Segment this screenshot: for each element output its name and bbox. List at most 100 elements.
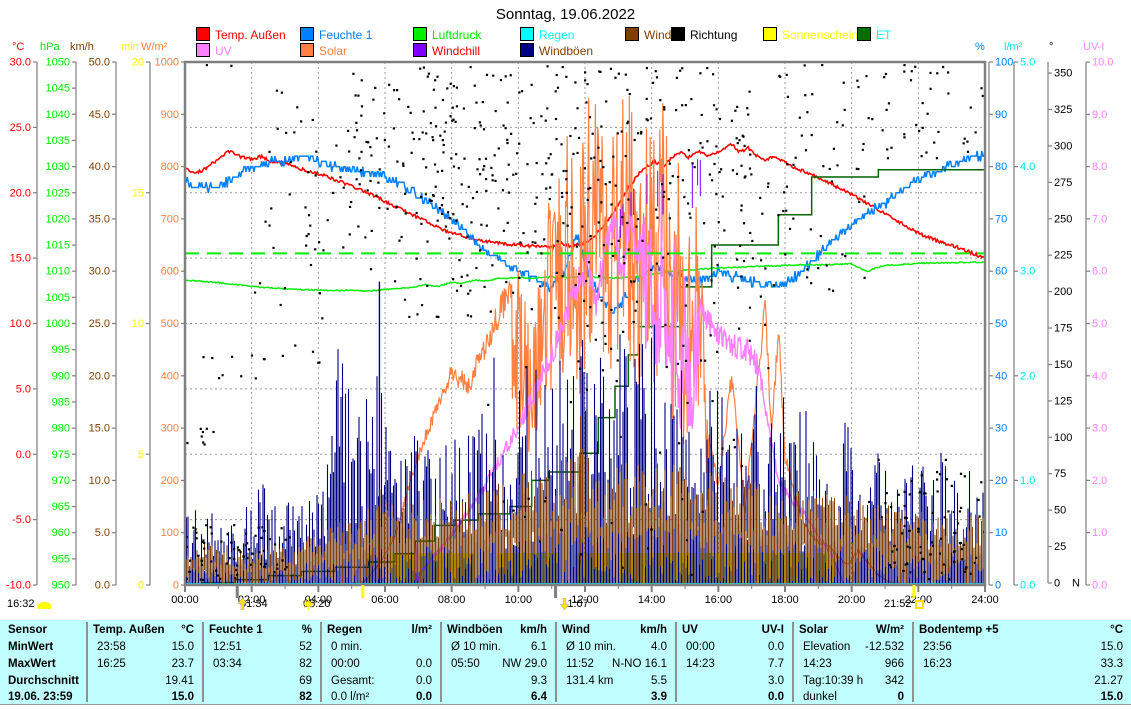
stats-cell-value: 966 [885, 658, 904, 670]
sun-moon-annotation: 11:07 [559, 598, 589, 610]
svg-text:1010: 1010 [46, 266, 70, 278]
stats-row-label: Sensor [8, 624, 47, 636]
svg-text:985: 985 [52, 396, 70, 408]
sun-moon-time: 21:52 [884, 598, 912, 610]
svg-text:500: 500 [161, 318, 179, 330]
stats-cell-label: Tag:10:39 h [803, 675, 863, 687]
svg-text:18:00: 18:00 [771, 594, 799, 606]
svg-text:990: 990 [52, 370, 70, 382]
stats-row-label: 19.06. 23:59 [8, 691, 73, 703]
stats-cell-value: 3.0 [768, 675, 784, 687]
weather-day-chart-window: Sonntag, 19.06.2022 Temp. AußenFeuchte 1… [0, 0, 1131, 710]
svg-text:20:00: 20:00 [838, 594, 866, 606]
axis-UVI: 0.01.02.03.04.05.06.07.08.09.010.0UV-I [1083, 41, 1113, 592]
svg-text:°C: °C [12, 41, 24, 53]
svg-text:10.0: 10.0 [89, 475, 110, 487]
svg-text:955: 955 [52, 553, 70, 565]
stats-row-label: MaxWert [8, 658, 56, 670]
stats-col-name: Wind [562, 624, 590, 636]
stats-cell-value: 15.0 [172, 641, 194, 653]
svg-text:°: ° [1049, 41, 1053, 53]
stats-cell-label: 11:52 [566, 658, 594, 670]
stats-cell-value: 6.1 [531, 641, 547, 653]
svg-text:40: 40 [995, 370, 1007, 382]
svg-text:30.0: 30.0 [89, 266, 110, 278]
stats-cell-value: 0.0 [416, 675, 432, 687]
stats-col-unit: UV-I [762, 624, 784, 636]
stats-cell-value: 3.9 [651, 691, 667, 703]
svg-text:5.0: 5.0 [1092, 318, 1107, 330]
column-divider [792, 622, 794, 702]
svg-text:9.0: 9.0 [1092, 109, 1107, 121]
column-divider [86, 622, 88, 702]
stats-cell-value: 21.27 [1094, 675, 1123, 687]
svg-text:90: 90 [995, 109, 1007, 121]
svg-text:0.0: 0.0 [1020, 580, 1035, 592]
svg-text:15.0: 15.0 [89, 423, 110, 435]
svg-text:0.0: 0.0 [16, 449, 31, 461]
svg-text:1025: 1025 [46, 187, 70, 199]
svg-text:10:00: 10:00 [505, 594, 533, 606]
svg-text:200: 200 [1054, 286, 1072, 298]
stats-cell-value: 342 [885, 675, 904, 687]
stats-col-name: UV [682, 624, 698, 636]
stats-cell-value: 52 [299, 641, 312, 653]
stats-row-label: Durchschnitt [8, 675, 79, 687]
svg-text:5.0: 5.0 [95, 527, 110, 539]
svg-text:15: 15 [132, 187, 144, 199]
svg-text:20: 20 [995, 475, 1007, 487]
svg-text:0: 0 [138, 580, 144, 592]
svg-text:50.0: 50.0 [89, 57, 110, 69]
stats-cell-label: Ø 10 min. [451, 641, 501, 653]
svg-text:1020: 1020 [46, 213, 70, 225]
svg-text:1015: 1015 [46, 240, 70, 252]
sun-moon-annotation: 05:20 [303, 598, 334, 610]
stats-cell-label: dunkel [803, 691, 837, 703]
svg-text:W/m²: W/m² [141, 41, 168, 53]
svg-text:960: 960 [52, 527, 70, 539]
stats-cell-value: 69 [299, 675, 312, 687]
stats-cell-label: 00:00 [331, 658, 360, 670]
svg-text:30: 30 [995, 423, 1007, 435]
svg-text:16:00: 16:00 [705, 594, 733, 606]
stats-col-unit: km/h [640, 624, 667, 636]
svg-text:100: 100 [161, 527, 179, 539]
stats-cell-label: 23:58 [97, 641, 126, 653]
column-divider [202, 622, 204, 702]
column-divider [555, 622, 557, 702]
svg-text:325: 325 [1054, 104, 1072, 116]
moonrise-arrow-icon [237, 598, 248, 610]
stats-cell-value: 82 [299, 691, 312, 703]
svg-text:125: 125 [1054, 395, 1072, 407]
svg-text:10.0: 10.0 [10, 318, 31, 330]
svg-text:0: 0 [1054, 578, 1060, 590]
svg-text:25.0: 25.0 [10, 122, 31, 134]
svg-text:175: 175 [1054, 323, 1072, 335]
sun-moon-annotation: 21:52 [884, 598, 924, 610]
stats-cell-value: 5.5 [651, 675, 667, 687]
svg-text:975: 975 [52, 449, 70, 461]
svg-text:5: 5 [138, 449, 144, 461]
column-divider [675, 622, 677, 702]
stats-col-unit: km/h [520, 624, 547, 636]
svg-text:60: 60 [995, 266, 1007, 278]
svg-text:50: 50 [995, 318, 1007, 330]
column-divider [912, 622, 914, 702]
svg-text:45.0: 45.0 [89, 109, 110, 121]
svg-text:-10.0: -10.0 [6, 580, 31, 592]
sun-moon-annotation: 16:32 [7, 598, 51, 610]
chart-plot: -10.0-5.00.05.010.015.020.025.030.0°C950… [0, 0, 1131, 620]
stats-cell-value: 9.3 [531, 675, 547, 687]
svg-text:900: 900 [161, 109, 179, 121]
svg-text:1000: 1000 [46, 318, 70, 330]
svg-text:965: 965 [52, 501, 70, 513]
svg-text:3.0: 3.0 [1092, 423, 1107, 435]
svg-text:100: 100 [995, 57, 1013, 69]
stats-cell-label: Ø 10 min. [566, 641, 616, 653]
svg-text:20: 20 [132, 57, 144, 69]
stats-cell-label: 0 min. [331, 641, 362, 653]
stats-cell-value: 15.0 [1101, 641, 1123, 653]
svg-text:800: 800 [161, 161, 179, 173]
svg-text:400: 400 [161, 370, 179, 382]
svg-text:35.0: 35.0 [89, 213, 110, 225]
